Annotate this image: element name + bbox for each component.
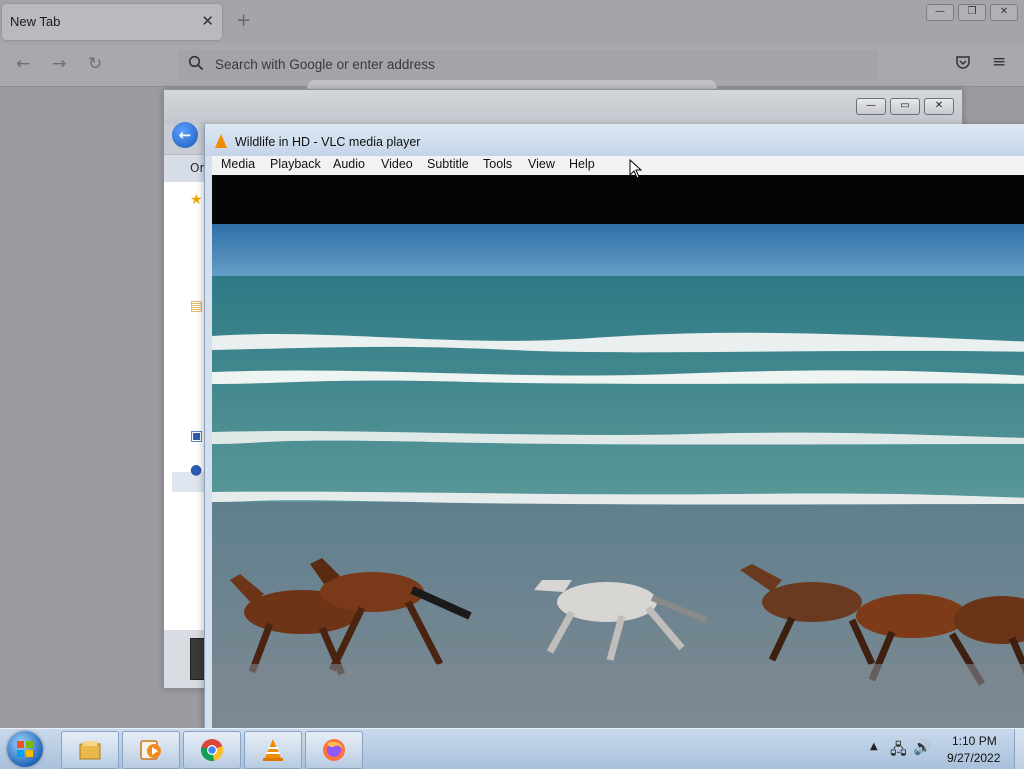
taskbar-vlc[interactable] (244, 731, 302, 769)
vlc-title-bar: Wildlife in HD - VLC media player (205, 124, 1024, 156)
taskbar: ▲ 🖧 🔊 1:10 PM 9/27/2022 (0, 728, 1024, 769)
url-input[interactable]: Search with Google or enter address (215, 57, 435, 72)
taskbar-media-player[interactable] (122, 731, 180, 769)
explorer-minimize-button[interactable]: — (856, 98, 886, 115)
pocket-icon[interactable] (955, 54, 971, 70)
video-letterbox (212, 175, 1024, 224)
taskbar-file-explorer[interactable] (61, 731, 119, 769)
clock-time[interactable]: 1:10 PM (952, 734, 997, 748)
chrome-icon (201, 739, 224, 761)
menu-view[interactable]: View (528, 157, 555, 171)
minimize-button[interactable]: — (926, 4, 954, 21)
menu-media[interactable]: Media (221, 157, 255, 171)
network-icon[interactable]: ● (190, 462, 202, 478)
explorer-details-pane (164, 630, 208, 688)
url-bar[interactable]: Search with Google or enter address (178, 50, 878, 80)
firefox-icon (323, 739, 345, 761)
vlc-menu-bar: Media Playback Audio Video Subtitle Tool… (212, 156, 1024, 175)
explorer-back-button[interactable]: ← (172, 122, 198, 148)
volume-icon[interactable]: 🔊 (913, 738, 932, 756)
menu-playback[interactable]: Playback (270, 157, 321, 171)
hamburger-menu-icon[interactable]: ≡ (992, 52, 1006, 72)
computer-icon[interactable]: ▣ (190, 428, 203, 444)
network-icon[interactable]: 🖧 (890, 739, 907, 764)
menu-subtitle[interactable]: Subtitle (427, 157, 469, 171)
organize-button[interactable]: Or (190, 161, 204, 175)
menu-help[interactable]: Help (569, 157, 595, 171)
vlc-cone-icon (215, 134, 227, 148)
favorites-star-icon[interactable]: ★ (190, 192, 203, 208)
tab-close-icon[interactable]: ✕ (201, 12, 214, 30)
explorer-title-bar: — ▭ ✕ (164, 90, 962, 124)
start-button[interactable] (7, 731, 43, 767)
vlc-window: Wildlife in HD - VLC media player Media … (204, 124, 1024, 730)
window-title: Wildlife in HD - VLC media player (235, 135, 421, 149)
libraries-icon[interactable]: ▤ (190, 298, 203, 314)
show-desktop-button[interactable] (1014, 729, 1024, 769)
sea (212, 276, 1024, 506)
reload-button[interactable]: ↻ (88, 54, 102, 74)
firefox-tab-bar: New Tab ✕ + — ❐ ✕ (0, 0, 1024, 44)
menu-audio[interactable]: Audio (333, 157, 365, 171)
explorer-close-button[interactable]: ✕ (924, 98, 954, 115)
vlc-icon (263, 739, 283, 761)
file-explorer-icon (79, 741, 101, 760)
mouse-cursor-icon (629, 159, 643, 179)
menu-tools[interactable]: Tools (483, 157, 512, 171)
back-button[interactable]: ← (16, 54, 30, 74)
taskbar-firefox[interactable] (305, 731, 363, 769)
tab-new-tab[interactable]: New Tab ✕ (2, 4, 222, 40)
windows-logo-icon (17, 741, 33, 757)
close-button[interactable]: ✕ (990, 4, 1018, 21)
forward-button[interactable]: → (52, 54, 66, 74)
clock-date[interactable]: 9/27/2022 (947, 751, 1000, 765)
new-tab-button[interactable]: + (236, 10, 251, 31)
explorer-restore-button[interactable]: ▭ (890, 98, 920, 115)
video-frame (212, 224, 1024, 730)
search-icon (188, 55, 204, 71)
taskbar-chrome[interactable] (183, 731, 241, 769)
media-player-icon (140, 740, 161, 760)
show-hidden-icons-button[interactable]: ▲ (870, 741, 878, 752)
tab-title: New Tab (10, 14, 61, 29)
sky (212, 224, 1024, 282)
explorer-nav-pane: ★ ▤ ▣ ● (164, 182, 208, 688)
menu-video[interactable]: Video (381, 157, 413, 171)
restore-button[interactable]: ❐ (958, 4, 986, 21)
reflection-band (212, 664, 1024, 730)
video-area[interactable] (212, 175, 1024, 730)
